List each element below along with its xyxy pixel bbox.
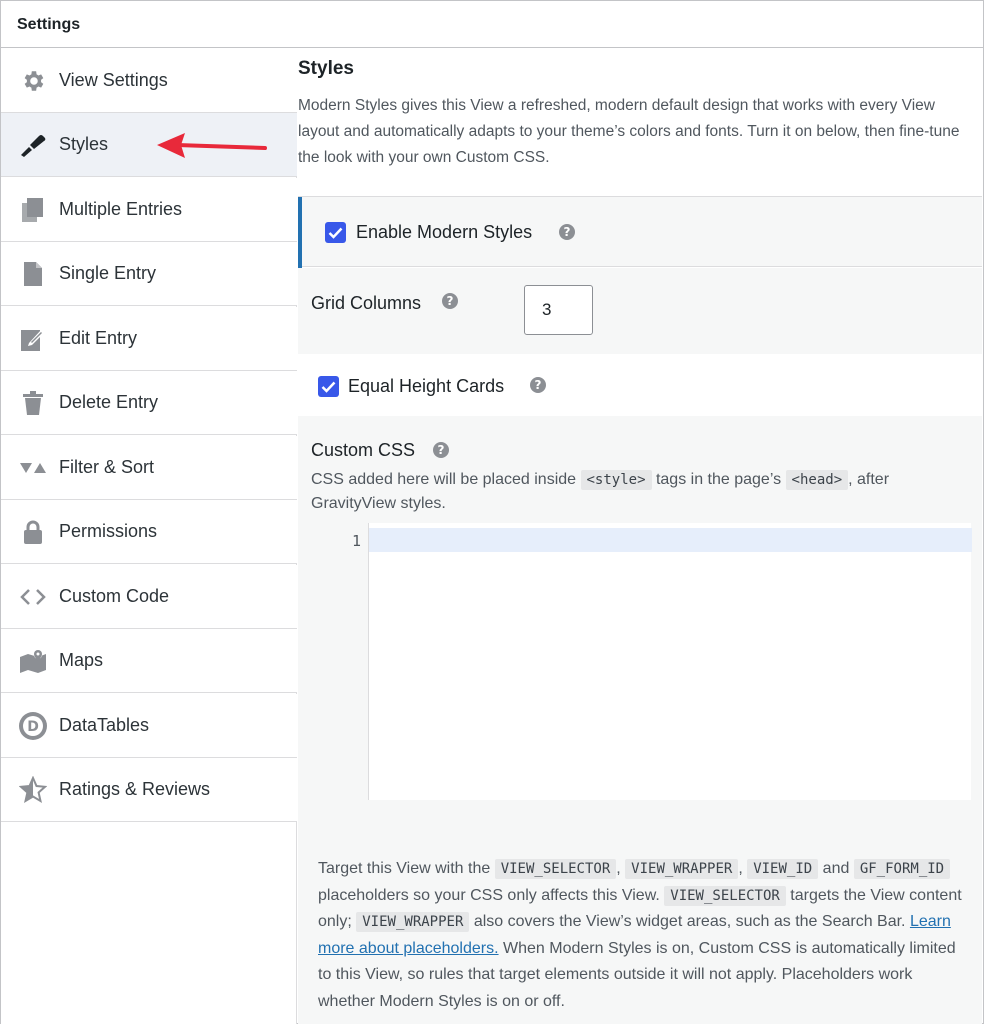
sidebar-item-filter-sort[interactable]: Filter & Sort xyxy=(1,436,297,500)
enable-modern-styles-checkbox[interactable] xyxy=(325,222,346,243)
panel-title: Settings xyxy=(17,16,81,33)
sidebar-item-label: Styles xyxy=(59,134,109,154)
equal-height-cards-label: Equal Height Cards xyxy=(348,376,505,396)
star-icon xyxy=(18,775,48,805)
map-icon xyxy=(18,646,48,676)
code-tag: VIEW_SELECTOR xyxy=(664,885,786,906)
help-icon[interactable]: ? xyxy=(433,442,449,458)
grid-columns-input[interactable]: 3 xyxy=(524,285,593,335)
grid-columns-label: Grid Columns xyxy=(311,293,422,313)
copy-icon xyxy=(18,195,48,225)
help-icon[interactable]: ? xyxy=(530,377,546,393)
sidebar-item-ratings-reviews[interactable]: Ratings & Reviews xyxy=(1,758,297,822)
code-tag: VIEW_WRAPPER xyxy=(356,912,470,932)
settings-panel: Settings View Settings Styles Multiple E… xyxy=(0,0,984,1024)
help-icon[interactable]: ? xyxy=(559,224,575,240)
sidebar-item-label: Ratings & Reviews xyxy=(59,779,211,799)
sidebar-item-label: Custom Code xyxy=(59,586,170,606)
code-editor-area[interactable] xyxy=(368,523,972,800)
accent-bar xyxy=(298,197,302,268)
custom-css-label: Custom CSS xyxy=(311,440,416,460)
gear-icon xyxy=(18,66,48,96)
sidebar-item-label: View Settings xyxy=(59,70,168,90)
sidebar-nav: View Settings Styles Multiple Entries Si… xyxy=(1,49,297,1024)
code-tag: VIEW_ID xyxy=(747,859,819,879)
css-code-editor[interactable]: 1 xyxy=(338,523,972,800)
lock-icon xyxy=(18,517,48,547)
code-tag: VIEW_SELECTOR xyxy=(494,859,617,879)
code-tag: VIEW_WRAPPER xyxy=(625,859,739,879)
sidebar-item-maps[interactable]: Maps xyxy=(1,629,297,693)
filter-icon xyxy=(18,453,48,483)
sidebar-item-label: DataTables xyxy=(59,715,150,735)
document-icon xyxy=(18,259,48,289)
sidebar-item-label: Single Entry xyxy=(59,263,157,283)
enable-modern-styles-label: Enable Modern Styles xyxy=(356,222,533,242)
annotation-arrow xyxy=(157,133,267,158)
sidebar-item-edit-entry[interactable]: Edit Entry xyxy=(1,307,297,371)
svg-text:D: D xyxy=(27,719,39,735)
code-tag: <head> xyxy=(785,470,849,490)
sidebar-item-datatables[interactable]: D DataTables xyxy=(1,694,297,758)
code-tag: GF_FORM_ID xyxy=(853,859,951,879)
enable-modern-styles-row: Enable Modern Styles ? xyxy=(298,196,982,268)
sidebar-item-label: Multiple Entries xyxy=(59,199,183,219)
help-icon[interactable]: ? xyxy=(442,293,458,309)
equal-height-cards-checkbox[interactable] xyxy=(318,376,339,397)
equal-height-cards-row: Equal Height Cards ? xyxy=(298,354,982,416)
sidebar-item-label: Filter & Sort xyxy=(59,457,155,477)
sidebar-item-label: Delete Entry xyxy=(59,392,159,412)
sidebar-item-permissions[interactable]: Permissions xyxy=(1,500,297,564)
sidebar-item-label: Permissions xyxy=(59,521,158,541)
help-text: also covers the View’s widget areas, suc… xyxy=(469,913,910,930)
help-text: , xyxy=(738,860,748,877)
sidebar-item-multiple-entries[interactable]: Multiple Entries xyxy=(1,178,297,242)
sidebar-item-label: Maps xyxy=(59,650,104,670)
custom-css-description: CSS added here will be placed inside <st… xyxy=(311,468,971,516)
sidebar-item-label: Edit Entry xyxy=(59,328,138,348)
trash-icon xyxy=(18,388,48,418)
sidebar-item-delete-entry[interactable]: Delete Entry xyxy=(1,371,297,435)
active-line-highlight xyxy=(369,528,972,552)
intro-text: Modern Styles gives this View a refreshe… xyxy=(298,97,960,166)
styles-panel: Styles Modern Styles gives this View a r… xyxy=(298,49,984,1024)
code-icon xyxy=(18,582,48,612)
paintbrush-icon xyxy=(18,130,48,160)
description-text: CSS added here will be placed inside xyxy=(311,471,581,488)
help-text: Target this View with the xyxy=(318,860,495,877)
grid-columns-row: Grid Columns ? 3 xyxy=(298,268,982,354)
description-text: tags in the page’s xyxy=(651,471,786,488)
code-tag: <style> xyxy=(580,470,652,490)
sidebar-item-view-settings[interactable]: View Settings xyxy=(1,49,297,113)
help-text: , xyxy=(616,860,626,877)
datatables-icon: D xyxy=(18,711,48,741)
titlebar: Settings xyxy=(1,1,983,48)
custom-css-section: Custom CSS ? CSS added here will be plac… xyxy=(298,416,982,1024)
sidebar-item-custom-code[interactable]: Custom Code xyxy=(1,565,297,629)
placeholders-help-text: Target this View with the VIEW_SELECTOR,… xyxy=(318,856,968,1015)
help-text: and xyxy=(818,860,854,877)
line-number: 1 xyxy=(352,532,362,550)
page-title: Styles xyxy=(298,58,354,79)
edit-icon xyxy=(18,324,48,354)
sidebar-item-single-entry[interactable]: Single Entry xyxy=(1,242,297,306)
help-text: placeholders so your CSS only affects th… xyxy=(318,886,665,904)
